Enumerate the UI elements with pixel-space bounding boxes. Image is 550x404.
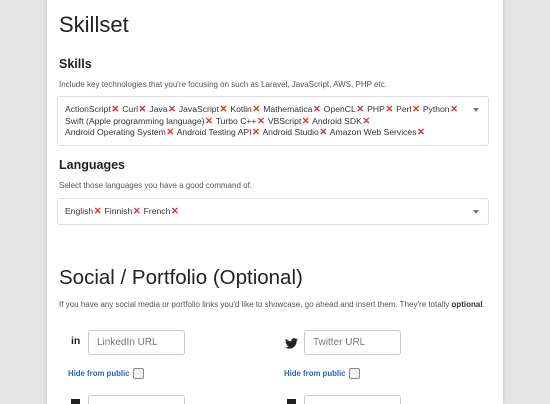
skills-help-text: Include key technologies that you're foc… bbox=[59, 80, 387, 89]
remove-tag-icon[interactable]: ✕ bbox=[94, 206, 102, 217]
skill-tag-label: Java bbox=[149, 104, 168, 114]
remove-tag-icon[interactable]: ✕ bbox=[138, 104, 146, 115]
skill-tag-label: Mathematica bbox=[263, 104, 313, 114]
skill-tag: JavaScript✕ bbox=[178, 104, 228, 115]
skill-tag: VBScript✕ bbox=[267, 115, 310, 127]
remove-tag-icon[interactable]: ✕ bbox=[205, 116, 213, 127]
language-tag: French✕ bbox=[143, 206, 180, 217]
skills-tag-list: ActionScript✕ Curl✕ Java✕ JavaScript✕ Ko… bbox=[58, 97, 488, 139]
skill-tag: Swift (Apple programming language)✕ bbox=[65, 115, 213, 127]
remove-tag-icon[interactable]: ✕ bbox=[168, 104, 176, 115]
skill-tag-label: Amazon Web Services bbox=[329, 127, 417, 137]
skill-tag-label: ActionScript bbox=[65, 104, 111, 114]
skill-tag-label: Perl bbox=[396, 104, 412, 114]
language-tag-label: English bbox=[65, 206, 94, 216]
skill-tag-label: OpenCL bbox=[323, 104, 356, 114]
remove-tag-icon[interactable]: ✕ bbox=[313, 104, 321, 115]
skill-tag: Kotlin✕ bbox=[230, 104, 260, 115]
remove-tag-icon[interactable]: ✕ bbox=[257, 116, 265, 127]
social-help-text: If you have any social media or portfoli… bbox=[59, 298, 489, 311]
social-help-text-main: If you have any social media or portfoli… bbox=[59, 300, 450, 309]
remove-tag-icon[interactable]: ✕ bbox=[319, 127, 327, 138]
skill-tag: Perl✕ bbox=[396, 104, 420, 115]
remove-tag-icon[interactable]: ✕ bbox=[356, 104, 364, 115]
remove-tag-icon[interactable]: ✕ bbox=[302, 116, 310, 127]
next-social-icon bbox=[71, 399, 80, 404]
skill-tag-label: Python bbox=[422, 104, 450, 114]
skill-tag: Mathematica✕ bbox=[263, 104, 321, 115]
twitter-hide-checkbox[interactable] bbox=[348, 368, 360, 379]
linkedin-hide-checkbox[interactable] bbox=[132, 368, 144, 379]
remove-tag-icon[interactable]: ✕ bbox=[111, 104, 119, 115]
skill-tag: Android Operating System✕ bbox=[65, 127, 175, 138]
remove-tag-icon[interactable]: ✕ bbox=[450, 104, 458, 115]
language-tag-label: Finnish bbox=[104, 206, 133, 216]
linkedin-url-input[interactable] bbox=[88, 330, 185, 355]
language-tag: Finnish✕ bbox=[104, 206, 142, 217]
skill-tag-label: JavaScript bbox=[178, 104, 219, 114]
linkedin-icon: in bbox=[71, 335, 81, 347]
remove-tag-icon[interactable]: ✕ bbox=[133, 206, 141, 217]
linkedin-hide-label: Hide from public bbox=[68, 369, 130, 378]
skill-tag: Amazon Web Services✕ bbox=[329, 127, 426, 138]
skill-tag-label: Android Studio bbox=[262, 127, 319, 137]
skill-tag: Android Studio✕ bbox=[262, 127, 327, 138]
next-social-input-right[interactable] bbox=[304, 395, 401, 404]
social-title: Social / Portfolio (Optional) bbox=[59, 266, 303, 289]
skills-multiselect[interactable]: ActionScript✕ Curl✕ Java✕ JavaScript✕ Ko… bbox=[57, 96, 489, 146]
skill-tag: OpenCL✕ bbox=[323, 104, 365, 115]
skill-tag-label: Android SDK bbox=[312, 115, 362, 126]
remove-tag-icon[interactable]: ✕ bbox=[362, 116, 370, 127]
languages-multiselect[interactable]: English✕ Finnish✕ French✕ bbox=[57, 198, 489, 225]
languages-help-text: Select those languages you have a good c… bbox=[59, 181, 253, 190]
languages-dropdown-caret-icon[interactable] bbox=[473, 210, 479, 214]
skill-tag: PHP✕ bbox=[367, 104, 394, 115]
skill-tag-label: Swift (Apple programming language) bbox=[65, 115, 205, 126]
skill-tag-label: Android Operating System bbox=[65, 127, 166, 137]
language-tag-label: French bbox=[143, 206, 171, 216]
remove-tag-icon[interactable]: ✕ bbox=[385, 104, 393, 115]
skill-tag-label: Android Testing API bbox=[176, 127, 252, 137]
remove-tag-icon[interactable]: ✕ bbox=[171, 206, 179, 217]
skills-dropdown-caret-icon[interactable] bbox=[473, 108, 479, 112]
next-social-input-left[interactable] bbox=[88, 395, 185, 404]
skill-tag: Android SDK✕ bbox=[312, 115, 371, 127]
remove-tag-icon[interactable]: ✕ bbox=[219, 104, 227, 115]
skill-tag: Curl✕ bbox=[122, 104, 147, 115]
twitter-url-input[interactable] bbox=[304, 330, 401, 355]
skill-tag: Turbo C++✕ bbox=[215, 115, 266, 127]
language-tag: English✕ bbox=[65, 206, 102, 217]
remove-tag-icon[interactable]: ✕ bbox=[252, 104, 260, 115]
languages-label: Languages bbox=[59, 158, 125, 172]
skill-tag: Python✕ bbox=[422, 104, 459, 115]
remove-tag-icon[interactable]: ✕ bbox=[166, 127, 174, 138]
remove-tag-icon[interactable]: ✕ bbox=[412, 104, 420, 115]
skill-tag-label: VBScript bbox=[267, 115, 302, 126]
social-help-text-end: . bbox=[482, 300, 485, 309]
skill-tag: Android Testing API✕ bbox=[176, 127, 261, 138]
twitter-hide-from-public[interactable]: Hide from public bbox=[284, 368, 360, 379]
skill-tag-label: Curl bbox=[122, 104, 138, 114]
twitter-hide-label: Hide from public bbox=[284, 369, 346, 378]
skills-label: Skills bbox=[59, 57, 92, 71]
next-social-icon-right bbox=[287, 399, 296, 404]
skill-tag: Java✕ bbox=[149, 104, 176, 115]
skillset-title: Skillset bbox=[59, 12, 129, 37]
skillset-card: Skillset Skills Include key technologies… bbox=[47, 0, 503, 404]
languages-tag-list: English✕ Finnish✕ French✕ bbox=[58, 199, 488, 218]
remove-tag-icon[interactable]: ✕ bbox=[252, 127, 260, 138]
remove-tag-icon[interactable]: ✕ bbox=[417, 127, 425, 138]
linkedin-hide-from-public[interactable]: Hide from public bbox=[68, 368, 144, 379]
social-help-text-bold: optional bbox=[451, 300, 483, 309]
skill-tag-label: Turbo C++ bbox=[215, 115, 257, 126]
skill-tag: ActionScript✕ bbox=[65, 104, 120, 115]
skill-tag-label: PHP bbox=[367, 104, 385, 114]
skill-tag-label: Kotlin bbox=[230, 104, 252, 114]
twitter-icon bbox=[285, 336, 298, 354]
